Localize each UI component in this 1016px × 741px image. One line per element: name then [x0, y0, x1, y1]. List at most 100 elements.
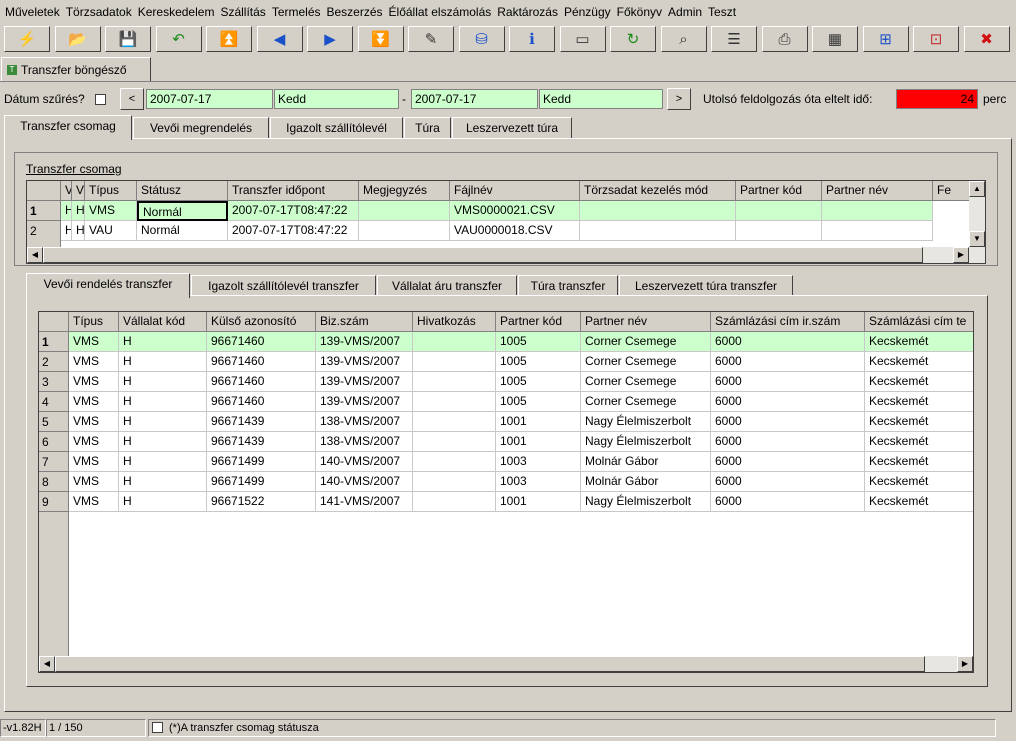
table-cell[interactable]: 96671460: [207, 352, 316, 372]
table-cell[interactable]: 2007-07-17T08:47:22: [228, 220, 359, 241]
sub-tab-1[interactable]: Igazolt szállítólevél transzfer: [191, 275, 376, 297]
table-cell[interactable]: 1005: [496, 372, 581, 392]
table-cell[interactable]: [736, 201, 822, 221]
table-row[interactable]: 7 VMS H 96671499 140-VMS/2007 1003 Molnár Gábo…: [39, 452, 973, 472]
table-cell[interactable]: VMS: [69, 472, 119, 492]
window-tab[interactable]: T Transzfer böngésző: [1, 57, 151, 81]
table-cell[interactable]: Kecskemét: [865, 412, 973, 432]
table-cell[interactable]: 1001: [496, 432, 581, 452]
table-cell[interactable]: Kecskemét: [865, 432, 973, 452]
table-cell[interactable]: 6000: [711, 492, 865, 512]
scroll-up-icon[interactable]: ▲: [969, 181, 985, 197]
table-cell[interactable]: [822, 220, 933, 241]
prev-date-button[interactable]: <: [120, 88, 144, 110]
table-cell[interactable]: H: [119, 332, 207, 352]
table-cell[interactable]: 6000: [711, 472, 865, 492]
date-filter-checkbox[interactable]: [95, 94, 106, 105]
menu-item-10[interactable]: Admin: [665, 0, 705, 24]
table-row[interactable]: 8 VMS H 96671499 140-VMS/2007 1003 Molnár Gábo…: [39, 472, 973, 492]
table-cell[interactable]: 6000: [711, 452, 865, 472]
sub-tab-0[interactable]: Vevői rendelés transzfer: [26, 273, 190, 298]
sub-tab-4[interactable]: Leszervezett túra transzfer: [619, 275, 793, 297]
scroll-left-icon[interactable]: ◀: [39, 656, 55, 672]
table-cell[interactable]: H: [119, 352, 207, 372]
column-header[interactable]: Transzfer időpont: [228, 181, 359, 201]
table-cell[interactable]: 138-VMS/2007: [316, 432, 413, 452]
table-row[interactable]: 4 VMS H 96671460 139-VMS/2007 1005 Corner Csem…: [39, 392, 973, 412]
table-cell[interactable]: 1005: [496, 392, 581, 412]
table-cell[interactable]: Molnár Gábor: [581, 472, 711, 492]
column-header[interactable]: Fájlnév: [450, 181, 580, 201]
last-record-button[interactable]: ⏬: [357, 26, 404, 52]
scroll-right-icon[interactable]: ▶: [953, 247, 969, 263]
save-button[interactable]: 💾: [105, 26, 151, 52]
table-cell[interactable]: 6000: [711, 332, 865, 352]
column-header[interactable]: Törzsadat kezelés mód: [580, 181, 736, 201]
menu-item-0[interactable]: Műveletek: [0, 0, 63, 24]
column-header[interactable]: Fe: [933, 181, 973, 201]
table-cell[interactable]: VMS: [69, 332, 119, 352]
table-cell[interactable]: H: [119, 372, 207, 392]
date-from-field[interactable]: 2007-07-17: [146, 89, 273, 109]
table-cell[interactable]: Molnár Gábor: [581, 452, 711, 472]
table-row[interactable]: 6 VMS H 96671439 138-VMS/2007 1001 Nagy Élelmi…: [39, 432, 973, 452]
table-row[interactable]: 5 VMS H 96671439 138-VMS/2007 1001 Nagy Élelmi…: [39, 412, 973, 432]
table-cell[interactable]: 1005: [496, 352, 581, 372]
table-cell[interactable]: 1001: [496, 492, 581, 512]
table-row[interactable]: 2HHVAUNormál2007-07-17T08:47:22VAU000001…: [27, 220, 973, 241]
table-cell[interactable]: 96671499: [207, 452, 316, 472]
table-row[interactable]: 1 VMS H 96671460 139-VMS/2007 1005 Corner Csem…: [39, 332, 973, 352]
table-cell[interactable]: 96671460: [207, 372, 316, 392]
print-button[interactable]: ⎙: [761, 26, 808, 52]
table-cell[interactable]: 1001: [496, 412, 581, 432]
table-cell[interactable]: 1003: [496, 472, 581, 492]
table-cell[interactable]: Corner Csemege: [581, 372, 711, 392]
scroll-thumb[interactable]: [43, 247, 923, 263]
table-cell[interactable]: 96671439: [207, 432, 316, 452]
table-cell[interactable]: VMS: [69, 412, 119, 432]
table-cell[interactable]: [413, 352, 496, 372]
table-cell[interactable]: Normál: [137, 220, 228, 241]
table-cell[interactable]: [822, 201, 933, 221]
menu-item-9[interactable]: Főkönyv: [614, 0, 665, 24]
table-row[interactable]: 3 VMS H 96671460 139-VMS/2007 1005 Corner Csem…: [39, 372, 973, 392]
table-cell[interactable]: 2007-07-17T08:47:22: [228, 201, 359, 221]
top-tab-1[interactable]: Vevői megrendelés: [133, 117, 269, 139]
column-header[interactable]: Számlázási cím ir.szám: [711, 312, 865, 332]
column-header[interactable]: Típus: [69, 312, 119, 332]
table-cell[interactable]: VMS0000021.CSV: [450, 201, 580, 221]
table-cell[interactable]: Kecskemét: [865, 452, 973, 472]
sub-tab-3[interactable]: Túra transzfer: [518, 275, 618, 297]
database-button[interactable]: ⛁: [458, 26, 505, 52]
table-cell[interactable]: VAU: [85, 220, 137, 241]
table-cell[interactable]: 96671522: [207, 492, 316, 512]
menu-item-5[interactable]: Beszerzés: [324, 0, 386, 24]
status-checkbox[interactable]: [152, 722, 163, 733]
table-cell[interactable]: H: [119, 412, 207, 432]
top-tab-3[interactable]: Túra: [404, 117, 451, 139]
info-button[interactable]: ℹ: [509, 26, 555, 52]
edit-button[interactable]: ✎: [408, 26, 454, 52]
table-cell[interactable]: 139-VMS/2007: [316, 372, 413, 392]
table-row[interactable]: 2 VMS H 96671460 139-VMS/2007 1005 Corner Csem…: [39, 352, 973, 372]
table-cell[interactable]: 1003: [496, 452, 581, 472]
menu-item-7[interactable]: Raktározás: [494, 0, 561, 24]
scroll-right-icon[interactable]: ▶: [957, 656, 973, 672]
table-cell[interactable]: H: [72, 220, 85, 241]
column-header[interactable]: Státusz: [137, 181, 228, 201]
table-cell[interactable]: 139-VMS/2007: [316, 392, 413, 412]
grid-button[interactable]: ▦: [812, 26, 858, 52]
table-cell[interactable]: Nagy Élelmiszerbolt: [581, 492, 711, 512]
horizontal-scrollbar[interactable]: ◀ ▶: [39, 656, 973, 672]
table-cell[interactable]: Nagy Élelmiszerbolt: [581, 432, 711, 452]
table-cell[interactable]: 139-VMS/2007: [316, 332, 413, 352]
table-cell[interactable]: [413, 412, 496, 432]
table-cell[interactable]: VMS: [69, 492, 119, 512]
column-header[interactable]: Számlázási cím te: [865, 312, 973, 332]
scroll-down-icon[interactable]: ▼: [969, 231, 985, 247]
prev-record-button[interactable]: ◀: [256, 26, 303, 52]
sub-tab-2[interactable]: Vállalat áru transzfer: [377, 275, 517, 297]
table-cell[interactable]: H: [119, 432, 207, 452]
table-cell[interactable]: [413, 372, 496, 392]
table-cell[interactable]: [413, 432, 496, 452]
